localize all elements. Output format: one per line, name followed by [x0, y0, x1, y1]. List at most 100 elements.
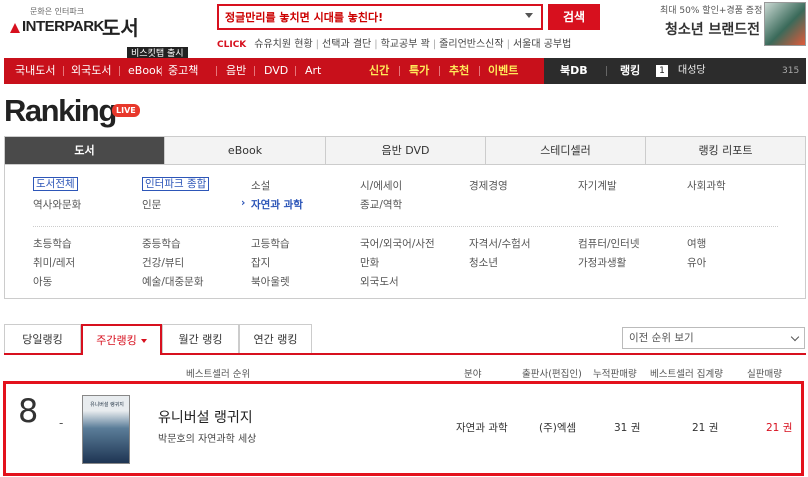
click-label: CLICK: [217, 40, 247, 50]
previous-rank-select[interactable]: 이전 순위 보기: [622, 327, 805, 349]
nav-art[interactable]: Art: [305, 58, 321, 84]
promo-banner-text[interactable]: 최대 50% 할인+경품 증정 청소년 브랜드전: [660, 3, 763, 39]
tab-books[interactable]: 도서: [5, 137, 165, 164]
category-link[interactable]: 인문: [142, 197, 161, 212]
category-link[interactable]: 청소년: [469, 255, 498, 270]
bestseller-count: 21 권: [692, 422, 719, 434]
nav-divider: [399, 66, 400, 76]
search-button[interactable]: 검색: [548, 4, 600, 30]
category-tabs: 도서 eBook 음반 DVD 스테디셀러 랭킹 리포트: [4, 136, 806, 165]
search-dropdown-icon[interactable]: [525, 13, 533, 18]
category-link[interactable]: 역사와문화: [33, 197, 81, 212]
nav-used-books[interactable]: 중고책: [168, 58, 198, 84]
tab-daily-ranking[interactable]: 당일랭킹: [4, 324, 81, 353]
rank-number: 8: [18, 392, 39, 430]
nav-music[interactable]: 음반: [226, 58, 246, 84]
book-cover[interactable]: 유니버설 랭귀지: [82, 395, 130, 464]
category-link[interactable]: 고등학습: [251, 236, 290, 251]
tab-weekly-ranking[interactable]: 주간랭킹: [81, 324, 162, 355]
category-link[interactable]: 만화: [360, 255, 379, 270]
nav-divider: [606, 66, 607, 76]
chevron-down-icon: [140, 339, 147, 343]
rank-change: -: [59, 416, 64, 430]
logo-books-label: 도서: [102, 16, 139, 40]
category-link-selected[interactable]: 자연과 과학: [251, 197, 303, 212]
category-link[interactable]: 건강/뷰티: [142, 255, 184, 270]
category-link[interactable]: 예술/대중문화: [142, 274, 204, 289]
category-all-books[interactable]: 도서전체: [33, 177, 78, 191]
category-interpark-overall[interactable]: 인터파크 종합: [142, 177, 210, 191]
column-header: 출판사(편집인): [522, 369, 582, 380]
actual-sales: 21 권: [766, 422, 793, 434]
promo-subtitle: 최대 50% 할인+경품 증정: [660, 6, 763, 16]
category-link[interactable]: 잡지: [251, 255, 270, 270]
promo-title: 청소년 브랜드전: [664, 22, 760, 38]
nav-foreign-books[interactable]: 외국도서: [71, 58, 111, 84]
nav-new-releases[interactable]: 신간: [369, 58, 389, 84]
interpark-logo[interactable]: 문화은 인터파크 INTERPARK 도서: [4, 4, 154, 44]
nav-ranking[interactable]: 랭킹: [620, 58, 640, 84]
category-link[interactable]: 여행: [687, 236, 706, 251]
category-link[interactable]: 유아: [687, 255, 706, 270]
category-link[interactable]: 사회과학: [687, 178, 726, 193]
popular-keywords: CLICK 슈유치원 현황 | 선택과 결단 | 학교공부 꽉 | 줄리언반스신작 | 서울대 공…: [217, 35, 573, 50]
live-rank-number: 1: [656, 65, 668, 77]
column-header: 베스트셀러 순위: [186, 369, 251, 380]
nav-divider: [63, 66, 64, 76]
page-title: Ranking: [4, 93, 117, 128]
book-subtitle: 박문호의 자연과학 세상: [158, 434, 257, 445]
tab-steady-seller[interactable]: 스테디셀러: [486, 137, 646, 164]
keyword-link[interactable]: 슈유치원 현황: [254, 39, 312, 50]
keyword-separator: |: [374, 39, 378, 50]
nav-divider: [479, 66, 480, 76]
tab-music-dvd[interactable]: 음반 DVD: [326, 137, 486, 164]
keyword-separator: |: [506, 39, 510, 50]
logo-mark-icon: [10, 23, 20, 33]
category-link[interactable]: 경제경영: [469, 178, 508, 193]
column-header: 실판매량: [747, 369, 782, 380]
tab-yearly-ranking[interactable]: 연간 랭킹: [239, 324, 312, 353]
category-link[interactable]: 가정과생활: [578, 255, 626, 270]
search-input[interactable]: [225, 9, 515, 25]
keyword-link[interactable]: 선택과 결단: [322, 39, 371, 50]
nav-book-db[interactable]: 북DB: [560, 58, 588, 84]
promo-banner-image[interactable]: [764, 2, 806, 46]
tab-monthly-ranking[interactable]: 월간 랭킹: [162, 324, 239, 353]
category-link[interactable]: 외국도서: [360, 274, 399, 289]
nav-divider: [161, 66, 162, 76]
selected-marker-icon: ›: [241, 197, 246, 209]
category-link[interactable]: 북아울렛: [251, 274, 290, 289]
keyword-link[interactable]: 학교공부 꽉: [381, 39, 430, 50]
book-title[interactable]: 유니버설 랭귀지: [158, 407, 253, 427]
nav-dvd[interactable]: DVD: [264, 58, 288, 84]
category-link[interactable]: 자격서/수험서: [469, 236, 531, 251]
nav-domestic-books[interactable]: 국내도서: [15, 58, 55, 84]
category-link[interactable]: 국어/외국어/사전: [360, 236, 435, 251]
nav-dark-section: 북DB 랭킹: [544, 58, 806, 84]
live-rank-count: 315: [782, 66, 800, 76]
nav-divider: [295, 66, 296, 76]
category-link[interactable]: 소설: [251, 178, 270, 193]
category-link[interactable]: 컴퓨터/인터넷: [578, 236, 640, 251]
category-link[interactable]: 중등학습: [142, 236, 181, 251]
category-panel: 도서전체 인터파크 종합 소설 시/에세이 경제경영 자기계발 사회과학 역사와…: [4, 165, 806, 299]
category-link[interactable]: 아동: [33, 274, 52, 289]
nav-recommended[interactable]: 추천: [449, 58, 469, 84]
nav-ebook[interactable]: eBook: [128, 58, 162, 84]
book-publisher[interactable]: (주)엑셈: [539, 420, 576, 435]
chevron-down-icon: [790, 332, 800, 342]
category-link[interactable]: 시/에세이: [360, 178, 402, 193]
nav-events[interactable]: 이벤트: [488, 58, 518, 84]
tab-ranking-report[interactable]: 랭킹 리포트: [646, 137, 805, 164]
category-link[interactable]: 초등학습: [33, 236, 72, 251]
category-link[interactable]: 자기계발: [578, 178, 617, 193]
category-link[interactable]: 취미/레저: [33, 255, 75, 270]
nav-divider: [439, 66, 440, 76]
nav-specials[interactable]: 특가: [409, 58, 429, 84]
keyword-link[interactable]: 줄리언반스신작: [439, 39, 503, 50]
keyword-link[interactable]: 서울대 공부법: [513, 39, 571, 50]
live-rank-title[interactable]: 대성당: [678, 58, 706, 84]
category-link[interactable]: 종교/역학: [360, 197, 402, 212]
table-row[interactable]: 8 - 유니버설 랭귀지 유니버설 랭귀지 박문호의 자연과학 세상 자연과 과…: [3, 381, 804, 476]
tab-ebook[interactable]: eBook: [165, 137, 326, 164]
